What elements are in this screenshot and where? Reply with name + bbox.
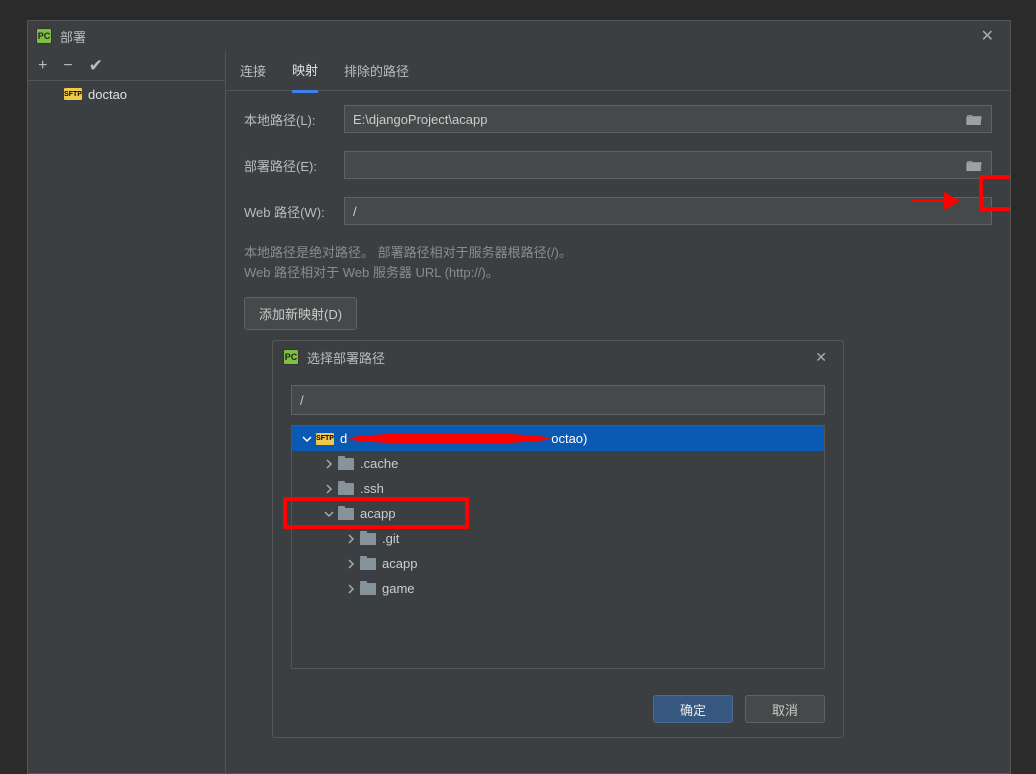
tab-connect[interactable]: 连接 [240,51,266,91]
sidebar-item-doctao[interactable]: SFTP doctao [28,81,225,107]
window-title: 部署 [60,27,86,46]
tree-row-acapp[interactable]: acapp [292,551,824,576]
sidebar: + − ✔ SFTP doctao [28,51,226,773]
chevron-right-icon[interactable] [320,484,338,494]
sftp-icon: SFTP [64,88,82,100]
tree-item-label: .git [382,531,399,546]
close-icon[interactable]: ✕ [973,24,1002,48]
pycharm-icon: PC [36,28,52,44]
web-path-label: Web 路径(W): [244,202,344,221]
folder-icon [360,583,376,595]
tree-item-label: game [382,581,415,596]
tree-row-acapp[interactable]: acapp [292,501,824,526]
chevron-down-icon[interactable] [320,509,338,519]
tree-row-d[interactable]: SFTP d octao) [292,426,824,451]
dialog-path-input[interactable] [291,385,825,415]
deploy-path-input-wrap [344,151,992,179]
remove-icon[interactable]: − [63,57,72,75]
local-path-input[interactable] [353,112,965,127]
tree-row-game[interactable]: game [292,576,824,601]
form-area: 本地路径(L): 部署路径(E): [226,91,1010,344]
select-deploy-path-dialog: PC 选择部署路径 ✕ SFTP d octao) .cache .ssh acapp .g… [272,340,844,738]
cancel-button[interactable]: 取消 [745,695,825,723]
titlebar: PC 部署 ✕ [28,21,1010,51]
tree-row-.cache[interactable]: .cache [292,451,824,476]
dialog-close-icon[interactable]: ✕ [809,347,833,368]
deploy-path-input[interactable] [353,158,965,173]
sidebar-item-label: doctao [88,87,127,102]
folder-icon [338,458,354,470]
browse-deploy-icon[interactable] [965,158,983,172]
web-path-input-wrap [344,197,992,225]
dialog-title-label: 选择部署路径 [307,348,385,367]
add-icon[interactable]: + [38,57,47,75]
chevron-right-icon[interactable] [320,459,338,469]
tree-row-.git[interactable]: .git [292,526,824,551]
pycharm-icon: PC [283,349,299,365]
local-path-label: 本地路径(L): [244,110,344,129]
folder-icon [338,508,354,520]
folder-icon [338,483,354,495]
tree-item-label: acapp [360,506,395,521]
chevron-down-icon[interactable] [298,434,316,444]
tree-item-label: d [340,431,347,446]
deploy-path-label: 部署路径(E): [244,156,344,175]
dialog-buttons: 确定 取消 [273,681,843,737]
dialog-titlebar: PC 选择部署路径 ✕ [273,341,843,373]
tab-mapping[interactable]: 映射 [292,51,318,93]
tree-item-label: .cache [360,456,398,471]
add-mapping-button[interactable]: 添加新映射(D) [244,297,357,330]
folder-icon [360,558,376,570]
chevron-right-icon[interactable] [342,559,360,569]
folder-icon [360,533,376,545]
remote-tree[interactable]: SFTP d octao) .cache .ssh acapp .git acapp game [291,425,825,669]
tree-item-label: .ssh [360,481,384,496]
tree-item-label: acapp [382,556,417,571]
browse-local-icon[interactable] [965,112,983,126]
ok-button[interactable]: 确定 [653,695,733,723]
chevron-right-icon[interactable] [342,534,360,544]
annotation-scribble [349,432,549,446]
info-text: 本地路径是绝对路径。 部署路径相对于服务器根路径(/)。 Web 路径相对于 W… [244,243,992,283]
tree-row-.ssh[interactable]: .ssh [292,476,824,501]
sidebar-toolbar: + − ✔ [28,51,225,81]
tab-excluded[interactable]: 排除的路径 [344,51,409,91]
chevron-right-icon[interactable] [342,584,360,594]
tree-item-suffix: octao) [551,431,587,446]
web-path-input[interactable] [353,204,983,219]
sftp-icon: SFTP [316,433,334,445]
check-icon[interactable]: ✔ [89,56,103,76]
tabs: 连接 映射 排除的路径 [226,51,1010,91]
local-path-input-wrap [344,105,992,133]
